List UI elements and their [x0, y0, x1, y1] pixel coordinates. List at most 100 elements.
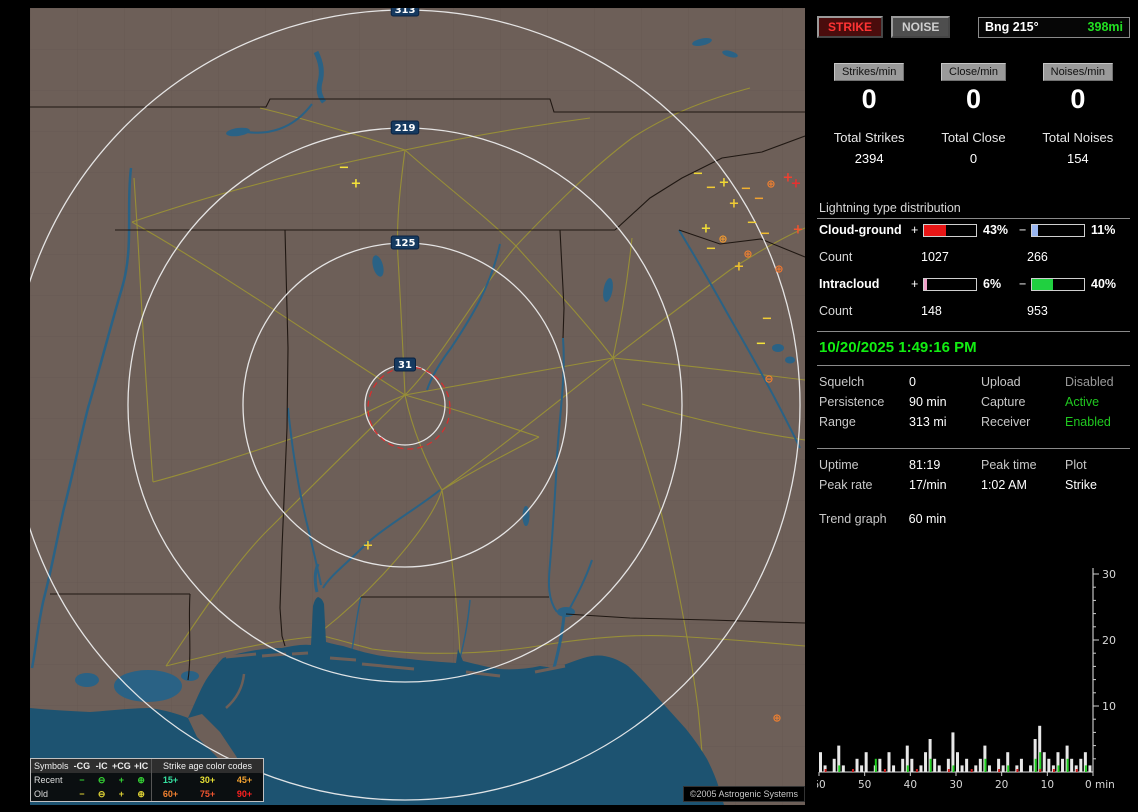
strike-bar — [860, 765, 863, 772]
divider — [817, 331, 1130, 332]
total-value: 0 — [921, 151, 1025, 166]
sc-lake-2 — [785, 357, 795, 364]
stat-cell: 1:02 AM — [981, 478, 1065, 492]
stat-cell: Peak rate — [819, 478, 909, 492]
y-tick-label: 10 — [1102, 700, 1116, 713]
legend-symbol: + — [112, 776, 132, 785]
intracloud-row: Intracloud+6%−40% — [817, 277, 1130, 291]
lake-borgne — [181, 671, 199, 681]
strike-bar — [1002, 765, 1005, 772]
strike-symbol: − — [339, 161, 350, 176]
age-code: 30+ — [189, 776, 226, 785]
strike-bar — [979, 759, 982, 772]
strike-symbol: ⊕ — [774, 263, 783, 276]
legend-symbol: ⊕ — [131, 790, 151, 799]
bearing-distance: 398mi — [1088, 20, 1123, 34]
trend-graph: 1020306050403020100 min — [817, 532, 1130, 804]
close-bar — [1067, 759, 1069, 772]
close-bar — [907, 765, 909, 772]
strike-bar — [961, 765, 964, 772]
strike-bar — [974, 765, 977, 772]
strike-bar — [856, 759, 859, 772]
rate-chip: Strikes/min — [834, 63, 904, 81]
positive-percent: 6% — [979, 277, 1019, 291]
strike-symbol: + — [793, 223, 804, 238]
noise-mode-button[interactable]: NOISE — [891, 16, 950, 38]
strike-symbol: − — [747, 216, 758, 231]
noise-mark — [1016, 769, 1018, 772]
strike-bar — [888, 752, 891, 772]
total-labels-row: Total StrikesTotal CloseTotal Noises — [817, 130, 1130, 145]
count-label: Count — [819, 304, 921, 318]
strike-symbol: ⊕ — [743, 248, 752, 261]
negative-count: 953 — [1027, 304, 1130, 318]
total-values-row: 23940154 — [817, 151, 1130, 166]
cloud-ground-count-row: Count1027266 — [817, 250, 1130, 264]
strike-symbol: − — [760, 227, 771, 242]
negative-percent: 11% — [1087, 223, 1130, 237]
status-cell: Disabled — [1065, 375, 1130, 389]
status-cell: Enabled — [1065, 415, 1130, 429]
lake-pontchartrain — [114, 670, 182, 702]
strike-bar — [842, 765, 845, 772]
close-bar — [930, 759, 932, 772]
legend-age-title: Strike age color codes — [152, 759, 263, 773]
distribution-bar — [1031, 278, 1085, 291]
status-cell: Upload — [981, 375, 1065, 389]
status-cell: 90 min — [909, 395, 981, 409]
strike-bar — [1070, 759, 1073, 772]
status-panel: STRIKE NOISE Bng 215° 398mi Strikes/minC… — [817, 8, 1130, 804]
noise-mark — [825, 769, 827, 772]
x-tick-label: 20 — [995, 779, 1008, 791]
legend-symbols-table: Symbols-CG-IC+CG+ICRecent−⊖+⊕Old−⊖+⊕ — [31, 759, 151, 801]
strike-mode-button[interactable]: STRIKE — [817, 16, 883, 38]
strike-bar — [833, 759, 836, 772]
noise-mark — [884, 769, 886, 772]
minus-sign: − — [1019, 277, 1031, 291]
strike-bar — [956, 752, 959, 772]
legend-age-table: Strike age color codes 15+30+45+60+75+90… — [151, 759, 263, 801]
positive-count: 1027 — [921, 250, 1027, 264]
range-ring-label: 219 — [395, 123, 416, 134]
stat-cell: Uptime — [819, 458, 909, 472]
strike-bar — [1088, 765, 1091, 772]
distribution-bar — [923, 224, 977, 237]
positive-count: 148 — [921, 304, 1027, 318]
close-bar — [838, 765, 840, 772]
close-bar — [1007, 765, 1009, 772]
distribution-bar — [1031, 224, 1085, 237]
x-tick-label: 30 — [949, 779, 962, 791]
stormvue-app-window: 31321912531 +−−−+−+−⊕++−+⊕−⊕−+⊕+−−⊖+⊕ Sy… — [0, 0, 1138, 812]
divider — [817, 448, 1130, 449]
strike-symbol: + — [729, 197, 740, 212]
legend-symbols-title: Symbols — [34, 762, 72, 771]
strike-bar — [892, 765, 895, 772]
y-tick-label: 20 — [1102, 634, 1116, 647]
legend-column-header: -CG — [72, 762, 92, 771]
positive-percent: 43% — [979, 223, 1019, 237]
stat-cell: 81:19 — [909, 458, 981, 472]
age-code: 15+ — [152, 776, 189, 785]
plus-sign: + — [911, 223, 923, 237]
count-label: Count — [819, 250, 921, 264]
noise-mark — [1053, 769, 1055, 772]
strike-symbol: − — [706, 242, 717, 257]
status-cell: Receiver — [981, 415, 1065, 429]
cloud-ground-row: Cloud-ground+43%−11% — [817, 223, 1130, 237]
rate-value: 0 — [1026, 84, 1130, 115]
rate-values-row: 000 — [817, 84, 1130, 115]
trend-graph-header: Trend graph 60 min — [817, 512, 1130, 526]
strike-symbol: ⊕ — [718, 233, 727, 246]
x-tick-label: 60 — [817, 779, 826, 791]
legend-row-label: Recent — [34, 776, 72, 785]
strike-symbol: − — [693, 167, 704, 182]
range-ring-label: 31 — [398, 360, 412, 371]
strike-bar — [1043, 752, 1046, 772]
total-label: Total Close — [921, 130, 1025, 145]
close-bar — [984, 759, 986, 772]
strike-bar — [1020, 759, 1023, 772]
legend-column-header: +CG — [112, 762, 132, 771]
strike-symbol: + — [719, 176, 730, 191]
lightning-map-viewport[interactable]: 31321912531 +−−−+−+−⊕++−+⊕−⊕−+⊕+−−⊖+⊕ Sy… — [30, 8, 805, 805]
strike-bar — [1047, 759, 1050, 772]
